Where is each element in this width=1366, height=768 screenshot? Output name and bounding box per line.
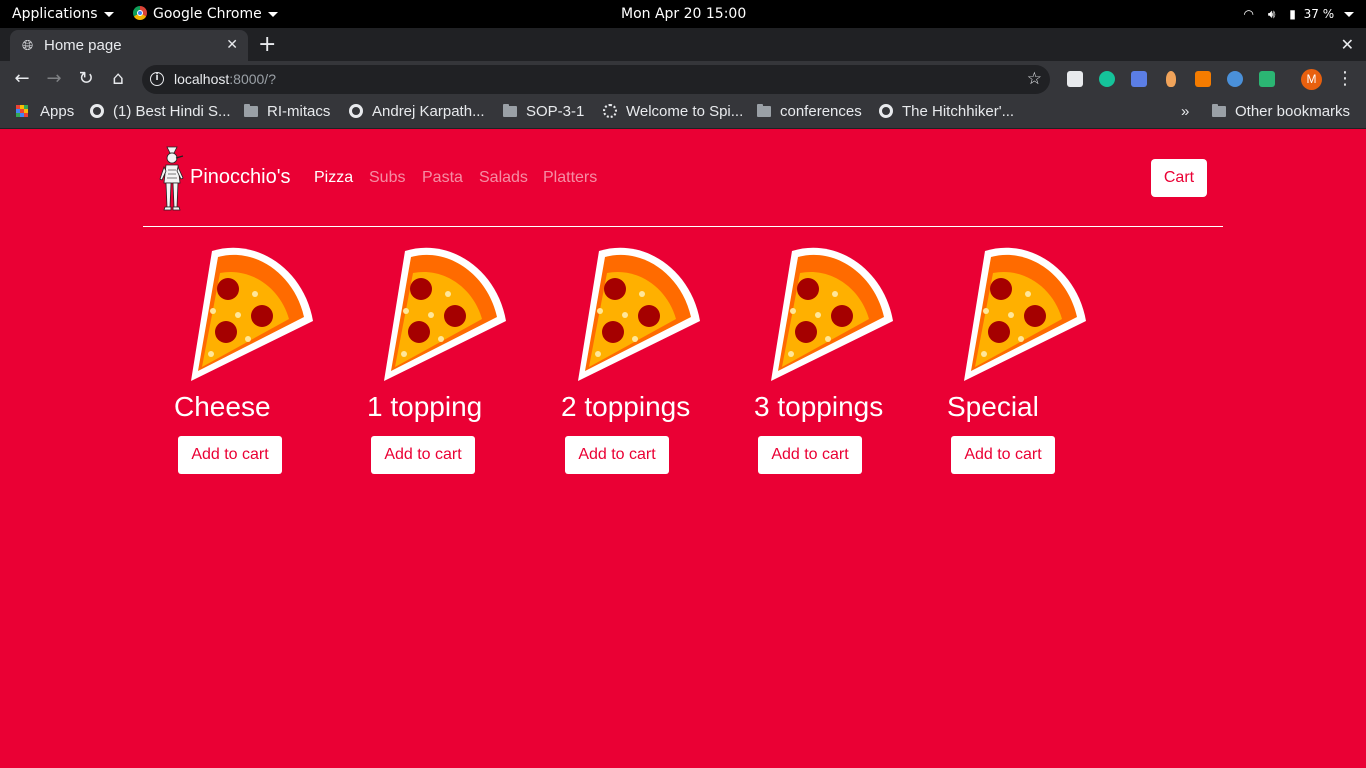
- app-name-label: Google Chrome: [153, 6, 262, 22]
- add-to-cart-button[interactable]: Add to cart: [178, 436, 282, 474]
- new-tab-button[interactable]: +: [258, 28, 276, 61]
- browser-toolbar: ← → ↻ ⌂ i localhost:8000/? ☆ M ⋮: [0, 61, 1366, 97]
- pizza-slice-icon: [771, 247, 893, 381]
- tab-title: Home page: [44, 37, 122, 54]
- cart-button[interactable]: Cart: [1151, 159, 1207, 197]
- folder-icon: [244, 104, 258, 117]
- bookmark-apps[interactable]: Apps: [16, 97, 74, 127]
- profile-avatar[interactable]: M: [1301, 69, 1322, 90]
- applications-label: Applications: [12, 6, 98, 22]
- mail-extension-icon[interactable]: [1259, 71, 1275, 87]
- app-menu[interactable]: Google Chrome: [133, 0, 278, 28]
- url-text: localhost:8000/?: [174, 71, 276, 87]
- system-status-area[interactable]: ◠ 🔊︎ ▮ 37 %: [1234, 0, 1354, 28]
- site-navbar: Pinocchio's Pizza Subs Pasta Salads Plat…: [143, 130, 1223, 227]
- brand-name[interactable]: Pinocchio's: [190, 166, 291, 189]
- product-name: 1 topping: [367, 391, 483, 422]
- bookmark-star-icon[interactable]: ☆: [1027, 65, 1042, 94]
- extension-icon[interactable]: [1195, 71, 1211, 87]
- bookmark-item[interactable]: Welcome to Spi...: [603, 97, 743, 127]
- bookmark-folder[interactable]: conferences: [757, 97, 862, 127]
- folder-icon: [757, 104, 771, 117]
- bookmark-folder[interactable]: RI-mitacs: [244, 97, 330, 127]
- bookmark-folder[interactable]: SOP-3-1: [503, 97, 584, 127]
- product-card: 1 topping Add to cart: [367, 243, 537, 478]
- pinocchio-logo[interactable]: [158, 143, 186, 215]
- nav-salads[interactable]: Salads: [479, 169, 528, 187]
- product-name: 3 toppings: [754, 391, 884, 422]
- bookmarks-bar: Apps (1) Best Hindi S... RI-mitacs Andre…: [0, 97, 1366, 129]
- globe-icon: [349, 104, 363, 118]
- globe-icon: [879, 104, 893, 118]
- chevron-down-icon: [1344, 12, 1354, 17]
- pizza-slice-icon: [191, 247, 313, 381]
- clock[interactable]: Mon Apr 20 15:00: [621, 0, 746, 28]
- extension-icon[interactable]: [1067, 71, 1083, 87]
- product-name: Special: [947, 391, 1039, 422]
- tab-home-page[interactable]: 🌐︎ Home page ✕: [10, 30, 248, 61]
- chrome-icon: [133, 6, 147, 20]
- bookmark-item[interactable]: The Hitchhiker'...: [879, 97, 1014, 127]
- folder-icon: [503, 104, 517, 117]
- home-button[interactable]: ⌂: [106, 61, 130, 97]
- applications-menu[interactable]: Applications: [12, 0, 114, 28]
- bookmark-item[interactable]: Andrej Karpath...: [349, 97, 485, 127]
- nav-subs[interactable]: Subs: [369, 169, 405, 187]
- pizza-slice-icon: [578, 247, 700, 381]
- back-button[interactable]: ←: [10, 61, 34, 97]
- product-card: Cheese Add to cart: [174, 243, 344, 478]
- grammarly-icon[interactable]: [1099, 71, 1115, 87]
- product-name: Cheese: [174, 391, 271, 422]
- battery-icon: ▮: [1289, 7, 1296, 21]
- folder-icon: [1212, 104, 1226, 117]
- product-name: 2 toppings: [561, 391, 691, 422]
- spinner-site-icon: [603, 104, 617, 118]
- extension-icon[interactable]: [1166, 71, 1176, 87]
- forward-button[interactable]: →: [42, 61, 66, 97]
- globe-icon: 🌐︎: [22, 38, 34, 54]
- chevron-down-icon: [267, 11, 278, 17]
- nav-pizza[interactable]: Pizza: [314, 169, 353, 187]
- reload-button[interactable]: ↻: [74, 61, 98, 97]
- pizza-slice-icon: [384, 247, 506, 381]
- other-bookmarks[interactable]: Other bookmarks: [1212, 97, 1350, 127]
- more-bookmarks-button[interactable]: »: [1181, 97, 1189, 127]
- volume-icon: 🔊︎: [1267, 7, 1276, 21]
- translate-icon[interactable]: [1131, 71, 1147, 87]
- add-to-cart-button[interactable]: Add to cart: [951, 436, 1055, 474]
- product-card: 3 toppings Add to cart: [754, 243, 924, 478]
- bookmark-item[interactable]: (1) Best Hindi S...: [90, 97, 231, 127]
- tab-strip: 🌐︎ Home page ✕ + ✕: [0, 28, 1366, 61]
- close-icon[interactable]: ✕: [226, 30, 238, 61]
- wifi-icon: ◠: [1243, 7, 1255, 21]
- nav-pasta[interactable]: Pasta: [422, 169, 463, 187]
- add-to-cart-button[interactable]: Add to cart: [371, 436, 475, 474]
- info-icon[interactable]: i: [150, 72, 164, 86]
- globe-icon: [90, 104, 104, 118]
- product-card: 2 toppings Add to cart: [561, 243, 731, 478]
- window-close-button[interactable]: ✕: [1341, 28, 1354, 61]
- add-to-cart-button[interactable]: Add to cart: [758, 436, 862, 474]
- system-top-bar: Applications Google Chrome Mon Apr 20 15…: [0, 0, 1366, 28]
- extension-icon[interactable]: [1227, 71, 1243, 87]
- page-content: Pinocchio's Pizza Subs Pasta Salads Plat…: [0, 130, 1366, 768]
- chevron-down-icon: [103, 11, 114, 17]
- apps-grid-icon: [16, 105, 28, 117]
- nav-platters[interactable]: Platters: [543, 169, 597, 187]
- menu-icon[interactable]: ⋮: [1336, 61, 1354, 97]
- battery-percentage: 37 %: [1303, 7, 1335, 21]
- pizza-slice-icon: [964, 247, 1086, 381]
- address-bar[interactable]: i localhost:8000/? ☆: [142, 65, 1050, 94]
- add-to-cart-button[interactable]: Add to cart: [565, 436, 669, 474]
- product-card: Special Add to cart: [947, 243, 1117, 478]
